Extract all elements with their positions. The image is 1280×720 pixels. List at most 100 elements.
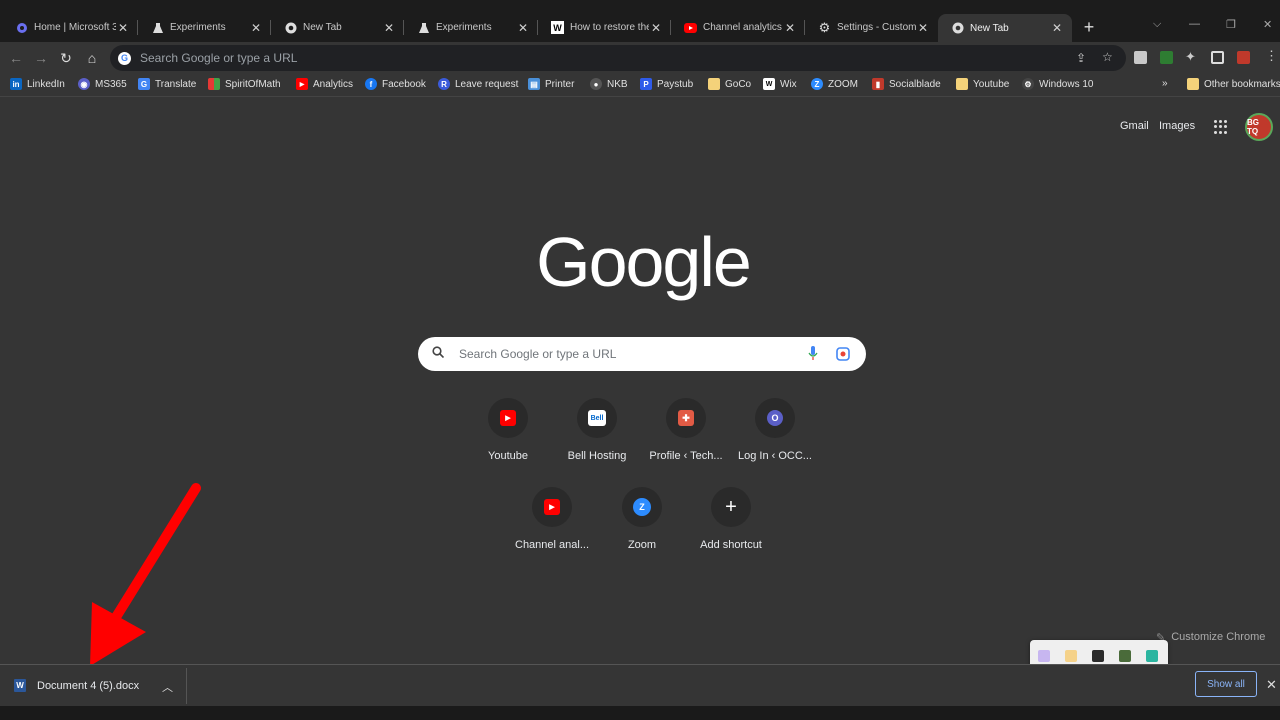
google-lens-icon[interactable]: [836, 347, 850, 366]
google-apps-icon[interactable]: [1214, 120, 1228, 134]
shortcut-youtube[interactable]: ▶ Youtube: [463, 398, 553, 462]
tab-title: Experiments: [170, 22, 226, 33]
bookmark-youtube-folder[interactable]: Youtube: [956, 78, 1009, 90]
gmail-link[interactable]: Gmail: [1120, 120, 1149, 132]
tab-title: Experiments: [436, 22, 492, 33]
close-icon[interactable]: ✕: [916, 21, 930, 35]
tab-new-tab[interactable]: New Tab ✕: [271, 14, 404, 41]
shortcut-tile: Z: [622, 487, 662, 527]
bookmark-leave-request[interactable]: R Leave request: [438, 78, 518, 90]
bookmark-goco[interactable]: GoCo: [708, 78, 751, 90]
copilot-icon: [15, 21, 28, 34]
chat-icon[interactable]: [1146, 650, 1158, 662]
shortcut-channel-analytics[interactable]: ▶ Channel anal...: [507, 487, 597, 551]
shortcut-bell-hosting[interactable]: Bell Bell Hosting: [552, 398, 642, 462]
close-icon[interactable]: ✕: [116, 21, 130, 35]
mail-icon[interactable]: [1065, 650, 1077, 662]
close-icon[interactable]: ✕: [249, 21, 263, 35]
tab-channel-analytics[interactable]: Channel analytics - ... ✕: [671, 14, 805, 41]
share-icon[interactable]: ⇪: [1076, 51, 1086, 65]
folder-icon: [956, 78, 968, 90]
show-all-button[interactable]: Show all: [1195, 671, 1257, 697]
bookmark-translate[interactable]: G Translate: [138, 78, 196, 90]
bookmark-socialblade[interactable]: ▮ Socialblade: [872, 78, 941, 90]
close-shelf-icon[interactable]: ✕: [1266, 677, 1277, 693]
menu-icon[interactable]: ⋮: [1265, 48, 1278, 64]
bookmark-star-icon[interactable]: ☆: [1102, 50, 1113, 64]
address-input[interactable]: [138, 50, 1042, 66]
zoom-icon: Z: [633, 498, 651, 516]
bookmark-spiritofmath[interactable]: SpiritOfMath: [208, 78, 281, 90]
bookmark-label: LinkedIn: [27, 78, 65, 90]
shortcut-zoom[interactable]: Z Zoom: [597, 487, 687, 551]
tab-title: New Tab: [970, 22, 1009, 34]
folder-icon: [1187, 78, 1199, 90]
bookmark-facebook[interactable]: f Facebook: [365, 78, 426, 90]
close-icon[interactable]: ✕: [1050, 21, 1064, 35]
leave-request-icon: R: [438, 78, 450, 90]
back-icon[interactable]: ←: [8, 50, 24, 66]
window-close-icon[interactable]: ✕: [1263, 18, 1272, 31]
bookmark-label: Translate: [155, 78, 197, 90]
tab-new-tab-active[interactable]: New Tab ✕: [938, 14, 1072, 42]
shortcut-tile: ▶: [532, 487, 572, 527]
profile-extension-icon[interactable]: [1237, 51, 1250, 64]
address-bar[interactable]: G ⇪ ☆: [110, 45, 1126, 71]
tab-search-icon[interactable]: ⌵: [1153, 18, 1161, 31]
bookmark-other-bookmarks[interactable]: Other bookmarks: [1187, 78, 1280, 90]
bookmark-linkedin[interactable]: in LinkedIn: [10, 78, 65, 90]
tab-settings[interactable]: ⚙ Settings - Customize... ✕: [805, 14, 938, 41]
forward-icon[interactable]: →: [33, 50, 49, 66]
extension-icon[interactable]: [1134, 51, 1147, 64]
home-icon[interactable]: ⌂: [84, 50, 100, 66]
bookmark-label: Wix: [780, 78, 797, 90]
bookmarks-overflow-button[interactable]: »: [1162, 78, 1168, 89]
avatar[interactable]: BG TQ: [1245, 113, 1273, 141]
shortcut-label: Zoom: [627, 539, 657, 551]
chevron-up-icon[interactable]: ︿: [162, 679, 173, 695]
bookmark-windows-10[interactable]: ⚙ Windows 10: [1022, 78, 1093, 90]
reload-icon[interactable]: ↻: [58, 50, 74, 66]
bookmark-nkb[interactable]: ● NKB: [590, 78, 628, 90]
bookmark-printer[interactable]: ▤ Printer: [528, 78, 574, 90]
bookmark-ms365[interactable]: ◉ MS365: [78, 78, 127, 90]
wix-icon: W: [763, 78, 775, 90]
pen-icon[interactable]: [1038, 650, 1050, 662]
tab-experiments[interactable]: Experiments ✕: [138, 14, 271, 41]
close-icon[interactable]: ✕: [649, 21, 663, 35]
microphone-icon[interactable]: [808, 346, 818, 366]
add-shortcut-button[interactable]: + Add shortcut: [686, 487, 776, 551]
restore-icon[interactable]: ❐: [1226, 18, 1236, 31]
shortcut-label: Profile ‹ Tech...: [649, 450, 723, 462]
new-tab-button[interactable]: +: [1080, 18, 1098, 36]
bookmark-analytics[interactable]: ▶ Analytics: [296, 78, 353, 90]
app-icon[interactable]: [1119, 650, 1131, 662]
bookmark-label: Leave request: [455, 78, 519, 90]
bottom-edge: [0, 706, 1280, 720]
tab-experiments-2[interactable]: Experiments ✕: [404, 14, 538, 41]
side-panel-icon[interactable]: [1211, 51, 1224, 64]
search-box[interactable]: [418, 337, 866, 371]
puzzle-icon[interactable]: ✦: [1185, 49, 1196, 65]
bookmark-paystub[interactable]: P Paystub: [640, 78, 693, 90]
close-icon[interactable]: ✕: [382, 21, 396, 35]
bookmark-zoom[interactable]: Z ZOOM: [811, 78, 858, 90]
minimize-icon[interactable]: —: [1189, 18, 1200, 30]
flask-icon: [151, 21, 164, 34]
youtube-icon: ▶: [296, 78, 308, 90]
download-item[interactable]: W Document 4 (5).docx: [14, 679, 139, 692]
close-icon[interactable]: ✕: [783, 21, 797, 35]
download-arrow-icon[interactable]: [1160, 51, 1173, 64]
bookmark-label: ZOOM: [828, 78, 858, 90]
shortcut-profile-tech[interactable]: ✚ Profile ‹ Tech...: [641, 398, 731, 462]
spiritofmath-icon: [208, 78, 220, 90]
close-icon[interactable]: ✕: [516, 21, 530, 35]
tab-wikihow[interactable]: W How to restore the... ✕: [538, 14, 671, 41]
bookmark-wix[interactable]: W Wix: [763, 78, 797, 90]
nvidia-icon[interactable]: [1092, 650, 1104, 662]
search-input[interactable]: [457, 346, 801, 362]
images-link[interactable]: Images: [1159, 120, 1195, 132]
tab-microsoft-365[interactable]: Home | Microsoft 365 ✕: [2, 14, 138, 41]
shortcut-log-in-occ[interactable]: O Log In ‹ OCC...: [730, 398, 820, 462]
bookmark-label: NKB: [607, 78, 628, 90]
